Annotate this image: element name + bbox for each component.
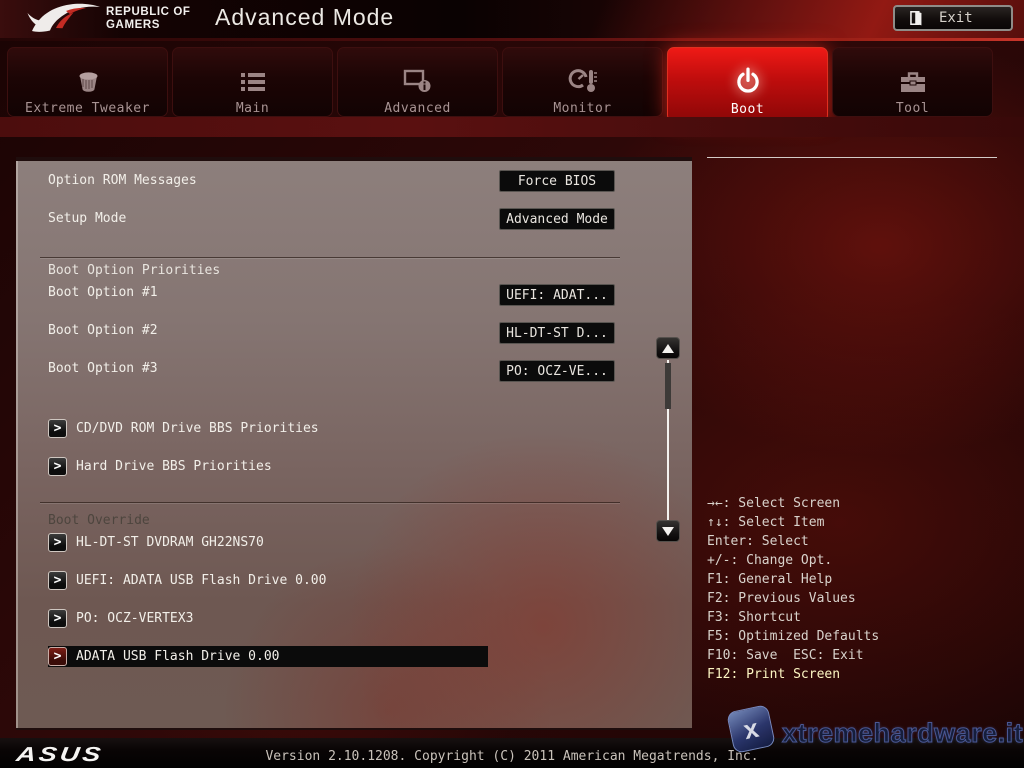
tab-label: Tool	[896, 101, 929, 116]
tab-advanced[interactable]: Advanced	[337, 47, 498, 117]
settings-panel: Option ROM Messages Force BIOS Setup Mod…	[16, 157, 692, 730]
submenu-arrow-icon: >	[48, 457, 67, 476]
scrollbar-thumb[interactable]	[665, 363, 671, 409]
brand-line-1: REPUBLIC OF	[106, 6, 191, 19]
submenu-arrow-icon: >	[48, 533, 67, 552]
tweaker-knob-icon	[73, 48, 103, 95]
advanced-info-icon	[403, 48, 433, 95]
submenu-arrow-icon: >	[48, 647, 67, 666]
list-icon	[239, 48, 267, 95]
tab-label: Extreme Tweaker	[25, 101, 150, 116]
tab-main[interactable]: Main	[172, 47, 333, 117]
help-line: F2: Previous Values	[707, 589, 1017, 608]
submenu-arrow-icon: >	[48, 419, 67, 438]
separator	[40, 502, 620, 503]
tab-bar: Extreme Tweaker Main Advanced	[7, 47, 1017, 122]
boot-override-item-ocz-vertex3[interactable]: > PO: OCZ-VERTEX3	[48, 608, 193, 629]
separator	[40, 257, 620, 258]
monitor-gauge-icon	[568, 48, 598, 95]
tab-tool[interactable]: Tool	[832, 47, 993, 117]
tab-underband	[0, 117, 1024, 137]
cd-dvd-bbs-priorities-item[interactable]: > CD/DVD ROM Drive BBS Priorities	[48, 418, 319, 439]
boot-option-1-label: Boot Option #1	[48, 282, 158, 304]
exit-label: Exit	[939, 10, 973, 26]
boot-option-3-label: Boot Option #3	[48, 358, 158, 380]
menu-item-label: Hard Drive BBS Priorities	[76, 459, 272, 474]
boot-override-item-adata-selected[interactable]: > ADATA USB Flash Drive 0.00	[48, 646, 488, 667]
exit-door-icon	[909, 10, 923, 26]
help-line: F5: Optimized Defaults	[707, 627, 1017, 646]
help-line-f12: F12: Print Screen	[707, 665, 1017, 684]
watermark: x xtremehardware.it	[726, 704, 1024, 756]
menu-item-label: PO: OCZ-VERTEX3	[76, 611, 193, 626]
setup-mode-label: Setup Mode	[48, 208, 126, 230]
boot-option-priorities-heading: Boot Option Priorities	[48, 263, 220, 278]
triangle-down-icon	[662, 527, 674, 536]
setup-mode-value[interactable]: Advanced Mode	[499, 208, 615, 230]
rog-logo-icon	[26, 1, 102, 37]
tab-monitor[interactable]: Monitor	[502, 47, 663, 117]
boot-option-2-label: Boot Option #2	[48, 320, 158, 342]
menu-item-label: CD/DVD ROM Drive BBS Priorities	[76, 421, 319, 436]
key-help-panel: →←: Select Screen ↑↓: Select Item Enter:…	[707, 494, 1017, 684]
toolbox-icon	[898, 48, 928, 95]
tab-label: Advanced	[384, 101, 451, 116]
tab-label: Monitor	[553, 101, 611, 116]
power-icon	[733, 48, 763, 96]
boot-override-heading: Boot Override	[48, 513, 150, 528]
tab-extreme-tweaker[interactable]: Extreme Tweaker	[7, 47, 168, 117]
scroll-up-button[interactable]	[656, 337, 680, 359]
exit-button[interactable]: Exit	[893, 5, 1013, 31]
triangle-up-icon	[662, 344, 674, 353]
header-accent-line	[0, 38, 1024, 41]
page-title: Advanced Mode	[215, 4, 394, 31]
top-header-bar: REPUBLIC OF GAMERS Advanced Mode Exit	[0, 0, 1024, 38]
help-line: ↑↓: Select Item	[707, 513, 1017, 532]
hard-drive-bbs-priorities-item[interactable]: > Hard Drive BBS Priorities	[48, 456, 272, 477]
help-line: F10: Save ESC: Exit	[707, 646, 1017, 665]
help-line: +/-: Change Opt.	[707, 551, 1017, 570]
boot-option-1-value[interactable]: UEFI: ADAT...	[499, 284, 615, 306]
option-rom-messages-label: Option ROM Messages	[48, 170, 197, 192]
help-line: F1: General Help	[707, 570, 1017, 589]
tab-label: Boot	[731, 102, 764, 117]
menu-item-label: ADATA USB Flash Drive 0.00	[76, 649, 280, 664]
help-line: Enter: Select	[707, 532, 1017, 551]
sidebar-top-line	[707, 157, 997, 158]
menu-item-label: UEFI: ADATA USB Flash Drive 0.00	[76, 573, 326, 588]
brand-text: REPUBLIC OF GAMERS	[106, 6, 191, 32]
scroll-down-button[interactable]	[656, 520, 680, 542]
tab-label: Main	[236, 101, 269, 116]
boot-option-2-value[interactable]: HL-DT-ST D...	[499, 322, 615, 344]
help-line: F3: Shortcut	[707, 608, 1017, 627]
help-line: →←: Select Screen	[707, 494, 1017, 513]
watermark-text: xtremehardware.it	[782, 718, 1023, 749]
submenu-arrow-icon: >	[48, 609, 67, 628]
brand-line-2: GAMERS	[106, 19, 191, 32]
boot-override-item-hl-dt-st[interactable]: > HL-DT-ST DVDRAM GH22NS70	[48, 532, 264, 553]
submenu-arrow-icon: >	[48, 571, 67, 590]
option-rom-messages-value[interactable]: Force BIOS	[499, 170, 615, 192]
menu-item-label: HL-DT-ST DVDRAM GH22NS70	[76, 535, 264, 550]
boot-override-item-uefi-adata[interactable]: > UEFI: ADATA USB Flash Drive 0.00	[48, 570, 326, 591]
watermark-x-badge-icon: x	[726, 704, 776, 754]
tab-boot[interactable]: Boot	[667, 47, 828, 122]
boot-option-3-value[interactable]: PO: OCZ-VE...	[499, 360, 615, 382]
